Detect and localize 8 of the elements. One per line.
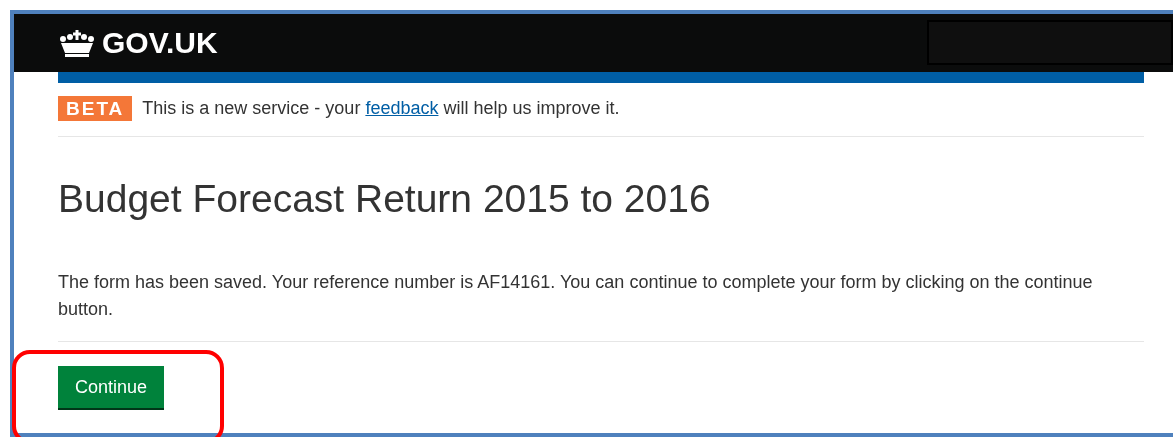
beta-message: This is a new service - your feedback will help us improve it. — [142, 98, 620, 119]
page-heading: Budget Forecast Return 2015 to 2016 — [58, 177, 712, 221]
saved-message: The form has been saved. Your reference number is AF14161. You can continue to complete your form by clicking on the continue button. — [58, 269, 1144, 342]
continue-button[interactable]: Continue — [58, 366, 165, 408]
beta-tag: BETA — [58, 96, 133, 121]
crown-icon — [58, 29, 96, 57]
feedback-link[interactable]: feedback — [365, 98, 439, 118]
site-logo[interactable]: GOV.UK — [58, 26, 218, 60]
